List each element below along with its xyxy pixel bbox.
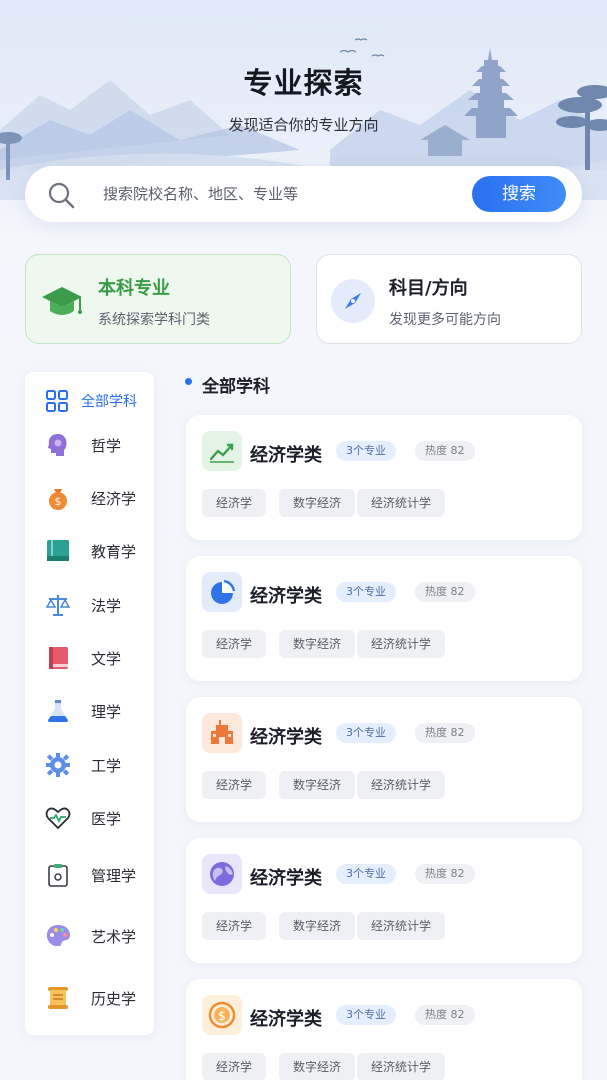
search-bar[interactable]: 搜索 <box>25 166 582 222</box>
pie-chart-icon <box>202 572 242 612</box>
sidebar-item-label: 历史学 <box>91 990 137 1008</box>
trend-chart-icon <box>202 431 242 471</box>
sidebar-item-label: 法学 <box>91 597 122 615</box>
major-heat-badge: 热度 82 <box>415 441 475 461</box>
sidebar-item-education[interactable]: 教育学 <box>25 530 154 570</box>
major-heat-badge: 热度 82 <box>415 582 475 602</box>
book-icon <box>47 540 69 561</box>
major-tag[interactable]: 数字经济 <box>279 630 356 658</box>
major-name: 经济学类 <box>250 586 322 607</box>
major-count-badge: 3个专业 <box>336 582 396 602</box>
major-tag[interactable]: 数字经济 <box>279 489 356 517</box>
sidebar-item-economics[interactable]: $ 经济学 <box>25 477 154 517</box>
major-heat-badge: 热度 82 <box>415 1005 475 1025</box>
major-card[interactable]: 经济学类 3个专业 热度 82 经济学 数字经济 经济统计学 <box>186 838 582 963</box>
head-icon <box>48 434 67 456</box>
major-tag[interactable]: 经济统计学 <box>357 1053 446 1080</box>
sidebar-item-label: 全部学科 <box>81 394 137 410</box>
grid-icon <box>46 390 68 412</box>
sidebar-item-law[interactable]: 法学 <box>25 584 154 624</box>
major-count-badge: 3个专业 <box>336 723 396 743</box>
category-sidebar: 全部学科 哲学 $ 经济学 教育学 法学 文学 理学 工学 医学 管理学 艺术学… <box>25 372 154 1035</box>
mode-card-subject-direction[interactable]: 科目/方向 发现更多可能方向 <box>316 254 582 344</box>
major-name: 经济学类 <box>250 727 322 748</box>
major-heat-badge: 热度 82 <box>415 723 475 743</box>
search-icon <box>48 182 75 209</box>
major-tag[interactable]: 经济统计学 <box>357 771 446 799</box>
major-tag[interactable]: 经济学 <box>202 1053 267 1080</box>
sidebar-item-literature[interactable]: 文学 <box>25 637 154 677</box>
coin-icon: $ <box>202 995 242 1035</box>
sidebar-item-engineering[interactable]: 工学 <box>25 744 154 784</box>
sidebar-item-label: 工学 <box>91 757 122 775</box>
scroll-icon <box>48 987 68 1009</box>
major-card[interactable]: $ 经济学类 3个专业 热度 82 经济学 数字经济 经济统计学 <box>186 979 582 1080</box>
sidebar-item-management[interactable]: 管理学 <box>25 854 154 894</box>
globe-icon <box>202 854 242 894</box>
page-title: 专业探索 <box>243 66 364 100</box>
svg-text:$: $ <box>55 495 62 508</box>
major-tag[interactable]: 数字经济 <box>279 912 356 940</box>
building-icon <box>202 713 242 753</box>
major-tag[interactable]: 数字经济 <box>279 1053 356 1080</box>
heart-pulse-icon <box>45 807 71 830</box>
major-tag[interactable]: 经济统计学 <box>357 912 446 940</box>
compass-icon <box>331 279 375 323</box>
money-bag-icon: $ <box>49 489 67 510</box>
major-card[interactable]: 经济学类 3个专业 热度 82 经济学 数字经济 经济统计学 <box>186 415 582 540</box>
major-name: 经济学类 <box>250 1009 322 1030</box>
major-tag[interactable]: 经济学 <box>202 630 267 658</box>
search-button[interactable]: 搜索 <box>472 176 566 212</box>
graduation-cap-icon <box>42 287 82 315</box>
sidebar-item-label: 教育学 <box>91 543 137 561</box>
section-title: 全部学科 <box>202 377 270 397</box>
mode-subtitle: 发现更多可能方向 <box>389 312 501 328</box>
major-name: 经济学类 <box>250 445 322 466</box>
red-book-icon <box>49 647 68 669</box>
sidebar-item-label: 医学 <box>91 810 122 828</box>
clipboard-icon <box>48 864 68 887</box>
sidebar-item-label: 管理学 <box>91 867 137 885</box>
sidebar-item-label: 艺术学 <box>91 928 137 946</box>
mode-title: 本科专业 <box>98 278 170 299</box>
svg-text:$: $ <box>218 1009 226 1023</box>
major-count-badge: 3个专业 <box>336 864 396 884</box>
palette-icon <box>46 925 70 947</box>
section-indicator <box>185 378 192 385</box>
major-heat-badge: 热度 82 <box>415 864 475 884</box>
sidebar-item-art[interactable]: 艺术学 <box>25 915 154 955</box>
major-count-badge: 3个专业 <box>336 1005 396 1025</box>
sidebar-item-philosophy[interactable]: 哲学 <box>25 424 154 464</box>
major-tag[interactable]: 数字经济 <box>279 771 356 799</box>
gear-icon <box>46 753 70 777</box>
major-card[interactable]: 经济学类 3个专业 热度 82 经济学 数字经济 经济统计学 <box>186 697 582 822</box>
mode-card-undergraduate[interactable]: 本科专业 系统探索学科门类 <box>25 254 291 344</box>
major-card[interactable]: 经济学类 3个专业 热度 82 经济学 数字经济 经济统计学 <box>186 556 582 681</box>
major-tag[interactable]: 经济统计学 <box>357 630 446 658</box>
major-count-badge: 3个专业 <box>336 441 396 461</box>
mode-title: 科目/方向 <box>389 278 468 299</box>
scales-icon <box>45 595 71 616</box>
page-subtitle: 发现适合你的专业方向 <box>228 116 379 134</box>
sidebar-item-all[interactable]: 全部学科 <box>25 376 154 416</box>
major-tag[interactable]: 经济学 <box>202 489 267 517</box>
flask-icon <box>48 700 68 722</box>
major-name: 经济学类 <box>250 868 322 889</box>
sidebar-item-label: 哲学 <box>91 437 122 455</box>
sidebar-item-history[interactable]: 历史学 <box>25 977 154 1017</box>
sidebar-item-label: 理学 <box>91 703 122 721</box>
major-tag[interactable]: 经济学 <box>202 912 267 940</box>
search-input[interactable] <box>103 180 473 208</box>
sidebar-item-science[interactable]: 理学 <box>25 690 154 730</box>
mode-subtitle: 系统探索学科门类 <box>98 312 210 328</box>
major-tag[interactable]: 经济学 <box>202 771 267 799</box>
sidebar-item-medicine[interactable]: 医学 <box>25 797 154 837</box>
sidebar-item-label: 文学 <box>91 650 122 668</box>
major-tag[interactable]: 经济统计学 <box>357 489 446 517</box>
sidebar-item-label: 经济学 <box>91 490 137 508</box>
